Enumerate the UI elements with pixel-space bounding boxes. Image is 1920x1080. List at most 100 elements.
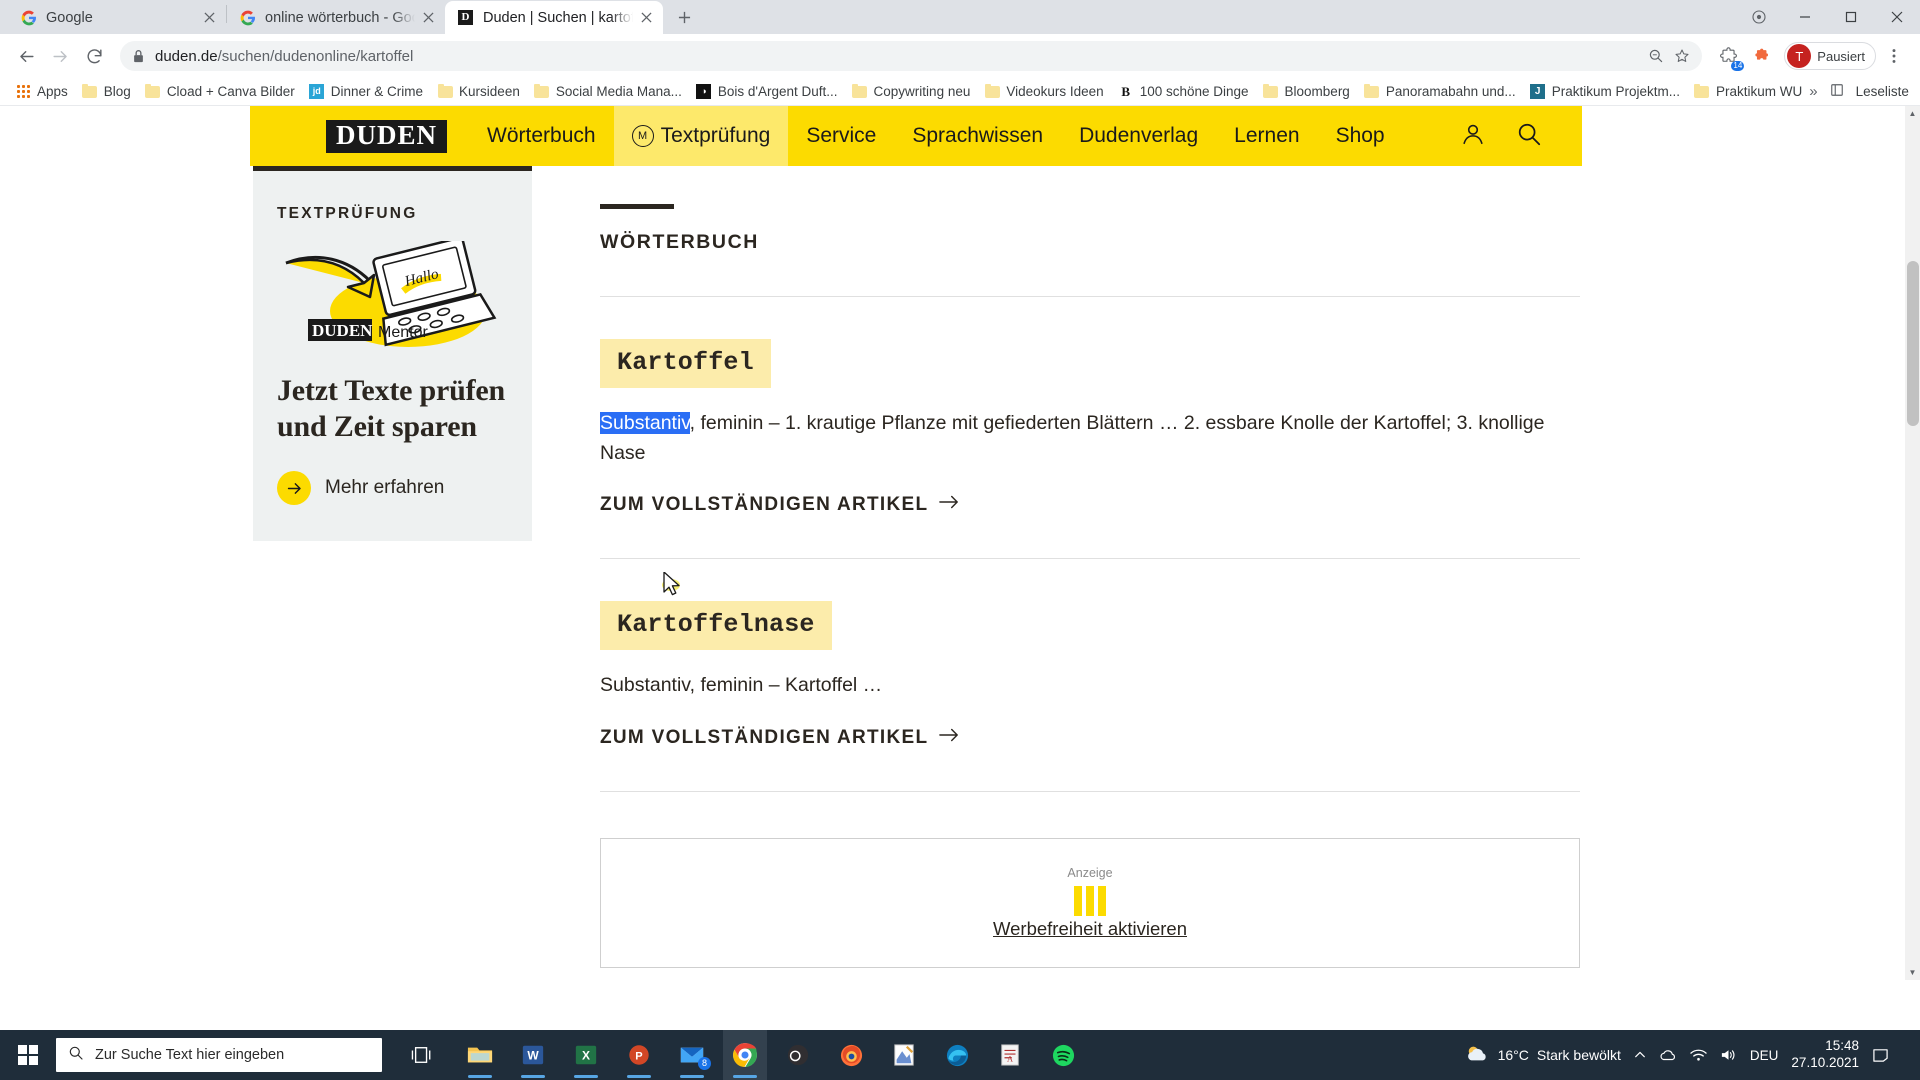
close-icon[interactable] bbox=[419, 9, 437, 27]
obs-icon[interactable] bbox=[776, 1030, 820, 1080]
show-desktop-button[interactable] bbox=[1902, 1035, 1908, 1075]
scroll-up-arrow[interactable]: ▲ bbox=[1905, 106, 1920, 121]
tab-google-1[interactable]: Google bbox=[8, 1, 226, 34]
language-indicator[interactable]: DEU bbox=[1750, 1048, 1779, 1063]
new-tab-button[interactable] bbox=[669, 2, 699, 32]
forward-button[interactable] bbox=[44, 40, 76, 72]
task-view-icon[interactable] bbox=[396, 1030, 448, 1080]
bookmark-dinner-crime[interactable]: jd Dinner & Crime bbox=[302, 81, 430, 103]
result-term[interactable]: Kartoffelnase bbox=[600, 601, 832, 651]
ad-cta-link[interactable]: Werbefreiheit aktivieren bbox=[993, 918, 1187, 940]
search-zoom-icon[interactable] bbox=[1648, 48, 1664, 64]
nav-item-label: Lernen bbox=[1234, 124, 1300, 147]
bookmark-praktikum-projektm[interactable]: J Praktikum Projektm... bbox=[1523, 81, 1687, 103]
nav-item-lernen[interactable]: Lernen bbox=[1216, 106, 1317, 166]
mail-icon[interactable]: 8 bbox=[670, 1030, 714, 1080]
clock[interactable]: 15:48 27.10.2021 bbox=[1791, 1038, 1859, 1072]
section-title: WÖRTERBUCH bbox=[600, 231, 759, 253]
minimize-button[interactable] bbox=[1782, 0, 1828, 34]
speaker-icon[interactable] bbox=[1720, 1048, 1737, 1062]
nav-item-shop[interactable]: Shop bbox=[1318, 106, 1403, 166]
bookmark-kursideen[interactable]: Kursideen bbox=[430, 81, 527, 103]
weather-widget[interactable]: 16°C Stark bewölkt bbox=[1464, 1043, 1621, 1068]
bookmark-blog[interactable]: Blog bbox=[75, 81, 138, 103]
bookmarks-bar: Apps Blog Cload + Canva Bilder jd Dinner… bbox=[0, 78, 1920, 106]
sidebar-cta[interactable]: Mehr erfahren bbox=[277, 471, 508, 505]
bookmark-label: Dinner & Crime bbox=[330, 84, 424, 99]
taskbar-search-input[interactable]: Zur Suche Text hier eingeben bbox=[56, 1038, 382, 1072]
extensions-icon[interactable]: 14 bbox=[1712, 40, 1745, 72]
paint-icon[interactable] bbox=[882, 1030, 926, 1080]
nav-item-woerterbuch[interactable]: Wörterbuch bbox=[469, 106, 614, 166]
result-item-kartoffelnase: Kartoffelnase Substantiv, feminin – Kart… bbox=[600, 559, 1580, 748]
excel-icon[interactable]: X bbox=[564, 1030, 608, 1080]
selected-text: Substantiv bbox=[600, 412, 690, 434]
full-article-link-1[interactable]: ZUM VOLLSTÄNDIGEN ARTIKEL bbox=[600, 494, 1580, 516]
file-explorer-icon[interactable] bbox=[458, 1030, 502, 1080]
reload-button[interactable] bbox=[78, 40, 110, 72]
firefox-icon[interactable] bbox=[829, 1030, 873, 1080]
back-button[interactable] bbox=[10, 40, 42, 72]
dark-site-icon: ◑ bbox=[696, 84, 712, 100]
bookmark-100-schoene-dinge[interactable]: B 100 schöne Dinge bbox=[1111, 81, 1256, 103]
nav-item-textpruefung[interactable]: M Textprüfung bbox=[613, 106, 789, 166]
tab-duden[interactable]: D Duden | Suchen | kartoffel bbox=[445, 1, 663, 34]
wifi-icon[interactable] bbox=[1690, 1048, 1707, 1062]
extension-cast-icon[interactable] bbox=[1736, 0, 1782, 34]
edge-icon[interactable] bbox=[935, 1030, 979, 1080]
search-icon[interactable] bbox=[1516, 121, 1542, 152]
close-icon[interactable] bbox=[637, 9, 655, 27]
bookmark-label: Blog bbox=[103, 84, 131, 99]
notifications-icon[interactable] bbox=[1872, 1047, 1889, 1063]
extension-puzzle-icon[interactable] bbox=[1746, 40, 1778, 72]
bookmark-cload-canva[interactable]: Cload + Canva Bilder bbox=[138, 81, 302, 103]
bookmark-bois-argent[interactable]: ◑ Bois d'Argent Duft... bbox=[689, 81, 845, 103]
bookmark-social-media[interactable]: Social Media Mana... bbox=[527, 81, 689, 103]
sidebar-headline: Jetzt Texte prüfen und Zeit sparen bbox=[277, 374, 506, 443]
scroll-down-arrow[interactable]: ▼ bbox=[1905, 965, 1920, 980]
page-scrollbar[interactable]: ▲ ▼ bbox=[1905, 106, 1920, 980]
maximize-button[interactable] bbox=[1828, 0, 1874, 34]
bookmarks-overflow-button[interactable]: » bbox=[1809, 83, 1817, 100]
duden-logo[interactable]: DUDEN bbox=[326, 119, 448, 153]
tab-google-2[interactable]: online wörterbuch - Google Suche bbox=[227, 1, 445, 34]
reading-list-label[interactable]: Leseliste bbox=[1856, 84, 1909, 99]
kebab-menu-icon[interactable] bbox=[1878, 40, 1910, 72]
bookmark-apps[interactable]: Apps bbox=[8, 81, 75, 103]
sidebar-textpruefung-promo: TEXTPRÜFUNG Hallo DUDEN Mentor Jetzt Tex… bbox=[253, 166, 532, 541]
clock-date: 27.10.2021 bbox=[1791, 1055, 1859, 1070]
spotify-icon[interactable] bbox=[1041, 1030, 1085, 1080]
windows-taskbar: Zur Suche Text hier eingeben W X P 8 A 1… bbox=[0, 1030, 1920, 1080]
bookmark-bloomberg[interactable]: Bloomberg bbox=[1256, 81, 1357, 103]
taskbar-search-placeholder: Zur Suche Text hier eingeben bbox=[95, 1047, 285, 1063]
folder-icon bbox=[82, 83, 98, 100]
star-icon[interactable] bbox=[1674, 48, 1690, 64]
bookmark-videokurs[interactable]: Videokurs Ideen bbox=[977, 81, 1110, 103]
result-term[interactable]: Kartoffel bbox=[600, 339, 771, 388]
bookmark-label: Cload + Canva Bilder bbox=[166, 84, 295, 99]
bookmark-praktikum-wu[interactable]: Praktikum WU bbox=[1687, 81, 1809, 103]
url-domain: duden.de bbox=[155, 47, 218, 65]
close-button[interactable] bbox=[1874, 0, 1920, 34]
full-article-link-2[interactable]: ZUM VOLLSTÄNDIGEN ARTIKEL bbox=[600, 727, 1580, 749]
powerpoint-icon[interactable]: P bbox=[617, 1030, 661, 1080]
section-rule bbox=[600, 204, 674, 209]
nav-item-service[interactable]: Service bbox=[788, 106, 894, 166]
word-icon[interactable]: W bbox=[511, 1030, 555, 1080]
reader-icon[interactable]: A bbox=[988, 1030, 1032, 1080]
j-icon: J bbox=[1530, 84, 1546, 100]
user-icon[interactable] bbox=[1460, 121, 1486, 152]
bookmark-panoramabahn[interactable]: Panoramabahn und... bbox=[1357, 81, 1523, 103]
chrome-icon[interactable] bbox=[723, 1030, 767, 1080]
nav-item-sprachwissen[interactable]: Sprachwissen bbox=[894, 106, 1061, 166]
windows-start-icon[interactable] bbox=[0, 1030, 56, 1080]
close-icon[interactable] bbox=[200, 9, 218, 27]
profile-chip[interactable]: T Pausiert bbox=[1784, 42, 1876, 70]
cloud-icon[interactable] bbox=[1659, 1048, 1677, 1062]
address-bar[interactable]: duden.de/suchen/dudenonline/kartoffel bbox=[120, 41, 1703, 71]
nav-item-label: Shop bbox=[1335, 124, 1385, 147]
chevron-up-icon[interactable] bbox=[1634, 1049, 1646, 1061]
bookmark-copywriting[interactable]: Copywriting neu bbox=[845, 81, 978, 103]
nav-item-dudenverlag[interactable]: Dudenverlag bbox=[1061, 106, 1216, 166]
scrollbar-thumb[interactable] bbox=[1907, 261, 1919, 426]
